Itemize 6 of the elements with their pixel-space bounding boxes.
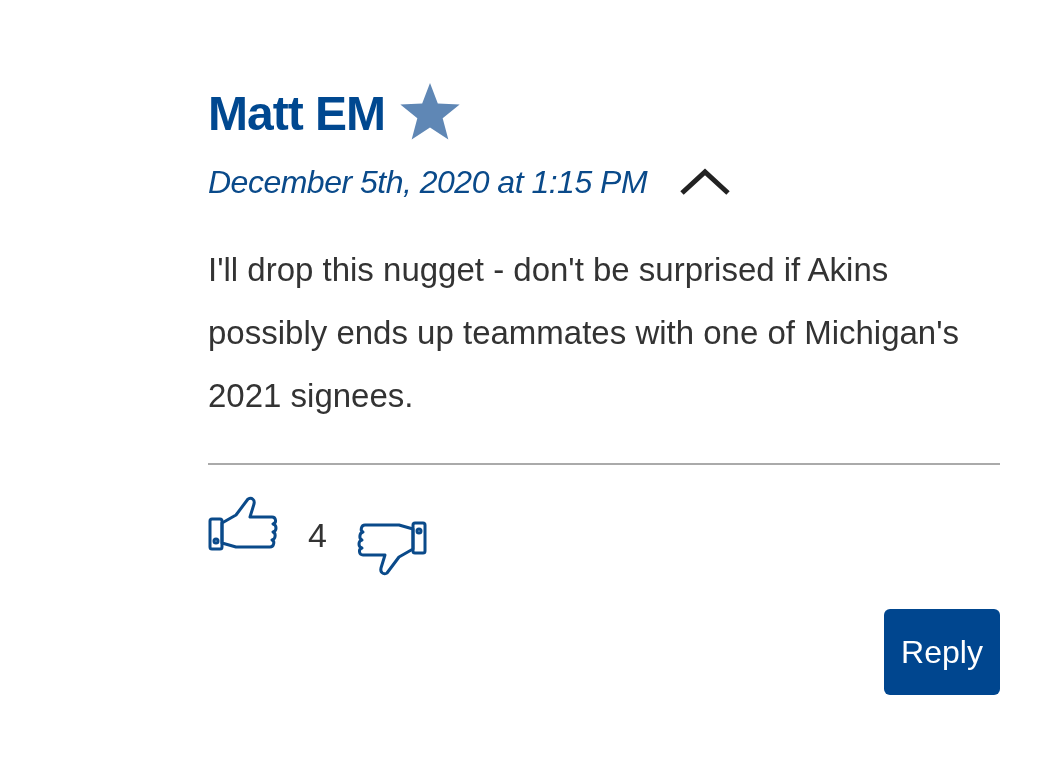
vote-count: 4 [308,515,327,556]
comment-timestamp: December 5th, 2020 at 1:15 PM [208,163,648,202]
comment-text: I'll drop this nugget - don't be surprised if Akins possibly ends up teammates with one of Michigan's 2021 signees. [208,250,961,416]
reply-button[interactable]: Reply [884,609,1000,695]
author-name: Matt EM [208,86,385,142]
collapse-caret-icon[interactable] [679,168,732,196]
